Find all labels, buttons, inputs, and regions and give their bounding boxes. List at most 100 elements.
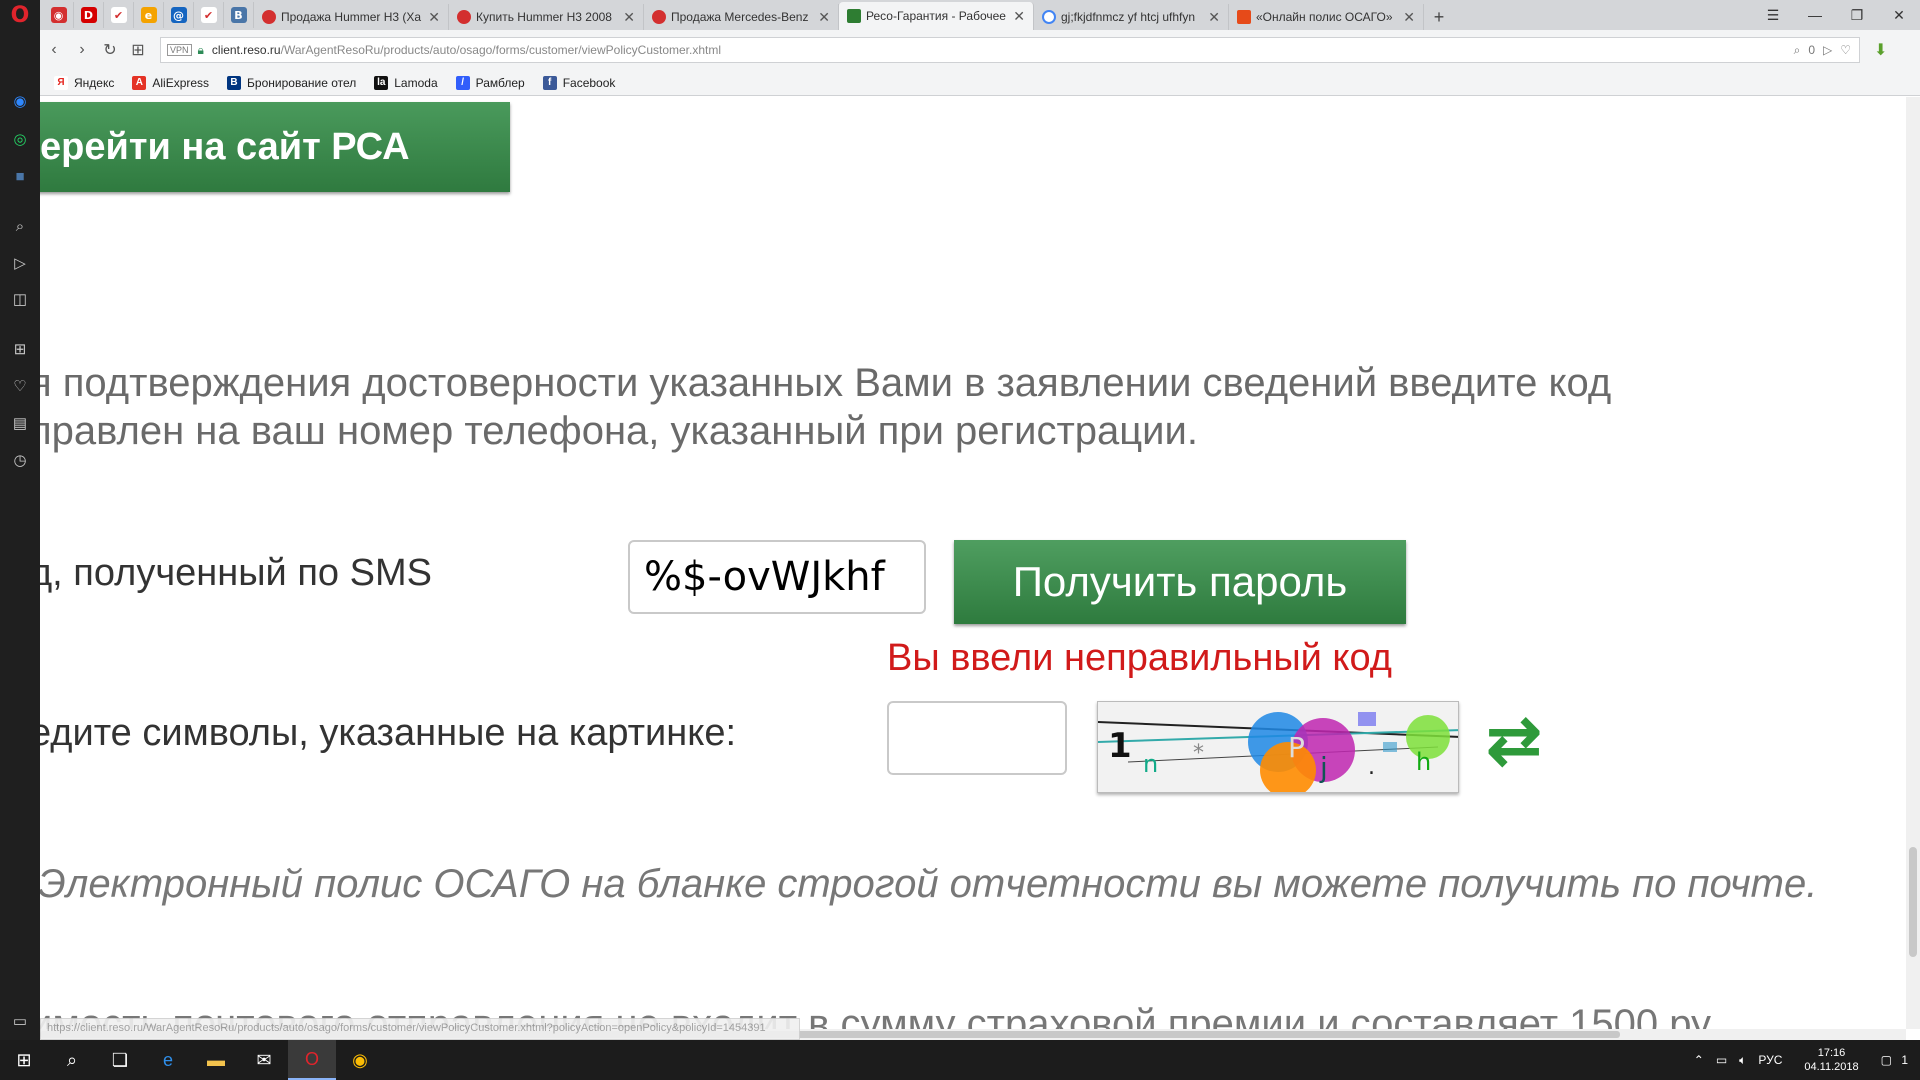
- clock-time: 17:16: [1817, 1047, 1846, 1059]
- url-field[interactable]: VPN 🔒︎ client.reso.ru /WarAgentResoRu/pr…: [160, 37, 1860, 63]
- avito-icon: ◉: [50, 7, 67, 23]
- opera-taskbar-icon[interactable]: O: [288, 1040, 336, 1080]
- speed-dial-icon[interactable]: ⊞: [124, 36, 152, 64]
- bookmark-lamoda[interactable]: la Lamoda: [374, 75, 438, 90]
- restore-icon[interactable]: ❐: [1836, 0, 1878, 30]
- pinned-tab[interactable]: e: [134, 2, 164, 28]
- vertical-scrollbar[interactable]: [1906, 97, 1920, 1029]
- close-tab-icon[interactable]: ✕: [1403, 9, 1415, 26]
- browser-tab-active[interactable]: Ресо-Гарантия - Рабочее ✕: [839, 2, 1034, 30]
- new-tab-button[interactable]: +: [1424, 4, 1454, 30]
- close-tab-icon[interactable]: ✕: [818, 9, 830, 26]
- download-icon[interactable]: ⬇: [1874, 40, 1887, 60]
- mail-icon[interactable]: ✉: [240, 1040, 288, 1080]
- vpn-badge[interactable]: VPN: [167, 44, 192, 56]
- browser-tab[interactable]: Продажа Hummer H3 (Ха ✕: [254, 4, 449, 30]
- send-icon[interactable]: ▷: [1823, 43, 1832, 58]
- captcha-input[interactable]: [887, 701, 1067, 775]
- pinned-tab[interactable]: D: [74, 2, 104, 28]
- browser-tab[interactable]: gj;fkjdfnmcz yf htcj ufhfyn ✕: [1034, 4, 1229, 30]
- close-tab-icon[interactable]: ✕: [428, 9, 440, 26]
- browser-tab[interactable]: Купить Hummer H3 2008 ✕: [449, 4, 644, 30]
- link-status-bar: https://client.reso.ru/WarAgentResoRu/pr…: [40, 1018, 800, 1040]
- edge-icon[interactable]: e: [144, 1040, 192, 1080]
- address-bar: ‹ › ↻ ⊞ VPN 🔒︎ client.reso.ru /WarAgentR…: [40, 30, 1920, 70]
- get-password-button[interactable]: Получить пароль: [954, 540, 1406, 624]
- language-indicator[interactable]: РУС: [1752, 1053, 1788, 1067]
- reload-icon[interactable]: ↻: [96, 36, 124, 64]
- sms-code-input[interactable]: [628, 540, 926, 614]
- scrollbar-thumb[interactable]: [1909, 847, 1917, 957]
- send-icon[interactable]: ▷: [9, 252, 31, 274]
- search-icon[interactable]: ⌕: [1794, 43, 1801, 58]
- bookmark-yandex[interactable]: Я Яндекс: [54, 75, 114, 90]
- pinned-tab[interactable]: @: [164, 2, 194, 28]
- pinned-tab[interactable]: ✔: [194, 2, 224, 28]
- tab-favicon-icon: [847, 9, 861, 23]
- forward-icon[interactable]: ›: [68, 36, 96, 64]
- close-window-icon[interactable]: ✕: [1878, 0, 1920, 30]
- sms-info-text: я подтверждения достоверности указанных …: [40, 359, 1906, 455]
- search-icon[interactable]: ⌕: [9, 215, 31, 237]
- pinned-tabs: ◉ D ✔ e @ ✔ B: [40, 0, 254, 30]
- pinned-tab[interactable]: B: [224, 2, 254, 28]
- tab-title: «Онлайн полис ОСАГО»: [1256, 10, 1393, 24]
- speed-dial-icon[interactable]: ⊞: [9, 338, 31, 360]
- chrome-icon[interactable]: ◉: [336, 1040, 384, 1080]
- url-actions: ⌕ 0 ▷ ♡: [1794, 43, 1859, 58]
- captcha-noise: 1 n * P j . h: [1098, 702, 1458, 792]
- aliexpress-icon: A: [132, 75, 147, 90]
- bookmark-booking[interactable]: B Бронирование отел: [227, 75, 356, 90]
- sidebar-toggle-icon[interactable]: ▭: [9, 1010, 31, 1032]
- bookmarks-bar: Я Яндекс A AliExpress B Бронирование оте…: [40, 70, 1920, 96]
- tab-favicon-icon: [652, 10, 666, 24]
- browser-tab[interactable]: «Онлайн полис ОСАГО» ✕: [1229, 4, 1424, 30]
- back-icon[interactable]: ‹: [40, 36, 68, 64]
- tab-favicon-icon: [457, 10, 471, 24]
- adblock-count[interactable]: 0: [1808, 43, 1815, 58]
- close-tab-icon[interactable]: ✕: [1013, 8, 1025, 25]
- history-icon[interactable]: ◷: [9, 449, 31, 471]
- network-icon[interactable]: ▭: [1710, 1053, 1733, 1067]
- pinned-tab[interactable]: ✔: [104, 2, 134, 28]
- search-icon[interactable]: ⌕: [48, 1040, 96, 1080]
- clock[interactable]: 17:16 04.11.2018: [1788, 1046, 1874, 1074]
- refresh-captcha-icon[interactable]: ⇄: [1484, 702, 1544, 778]
- bookmark-facebook[interactable]: f Facebook: [542, 75, 615, 90]
- close-tab-icon[interactable]: ✕: [623, 9, 635, 26]
- minimize-icon[interactable]: —: [1794, 0, 1836, 30]
- heart-icon[interactable]: ♡: [9, 375, 31, 397]
- bookmark-aliexpress[interactable]: A AliExpress: [132, 75, 210, 90]
- windows-start-icon[interactable]: ⊞: [0, 1040, 48, 1080]
- pinned-tab[interactable]: ◉: [44, 2, 74, 28]
- bookmark-label: AliExpress: [152, 75, 210, 90]
- whatsapp-icon[interactable]: ◎: [9, 128, 31, 150]
- tray-expand-icon[interactable]: ⌃: [1688, 1053, 1710, 1067]
- svg-text:*: *: [1193, 741, 1204, 766]
- vk-icon[interactable]: ■: [9, 165, 31, 187]
- tab-menu-icon[interactable]: ☰: [1752, 0, 1794, 30]
- news-icon[interactable]: ▤: [9, 412, 31, 434]
- page-content: ерейти на сайт РСА я подтверждения досто…: [40, 97, 1906, 1040]
- window-controls: ☰ — ❐ ✕: [1752, 0, 1920, 30]
- svg-text:P: P: [1288, 731, 1305, 764]
- heart-icon[interactable]: ♡: [1840, 43, 1851, 58]
- opera-menu-icon[interactable]: O: [0, 0, 40, 30]
- camera-icon[interactable]: ◫: [9, 288, 31, 310]
- lock-icon[interactable]: 🔒︎: [198, 43, 204, 58]
- notification-count: 1: [1901, 1053, 1908, 1067]
- url-host: client.reso.ru: [211, 43, 281, 57]
- notifications-icon[interactable]: ▢ 1: [1875, 1053, 1920, 1067]
- task-view-icon[interactable]: ❏: [96, 1040, 144, 1080]
- messenger-icon[interactable]: ◉: [9, 90, 31, 112]
- file-explorer-icon[interactable]: ▬: [192, 1040, 240, 1080]
- booking-icon: B: [227, 75, 242, 90]
- e-icon: e: [140, 7, 157, 23]
- browser-tab[interactable]: Продажа Mercedes-Benz ✕: [644, 4, 839, 30]
- check-icon: ✔: [200, 7, 217, 23]
- epolicy-note: Электронный полис ОСАГО на бланке строго…: [40, 862, 1818, 906]
- close-tab-icon[interactable]: ✕: [1208, 9, 1220, 26]
- volume-icon[interactable]: 🔈︎: [1733, 1053, 1752, 1068]
- rsa-site-button[interactable]: ерейти на сайт РСА: [40, 102, 510, 192]
- bookmark-rambler[interactable]: / Рамблер: [455, 75, 525, 90]
